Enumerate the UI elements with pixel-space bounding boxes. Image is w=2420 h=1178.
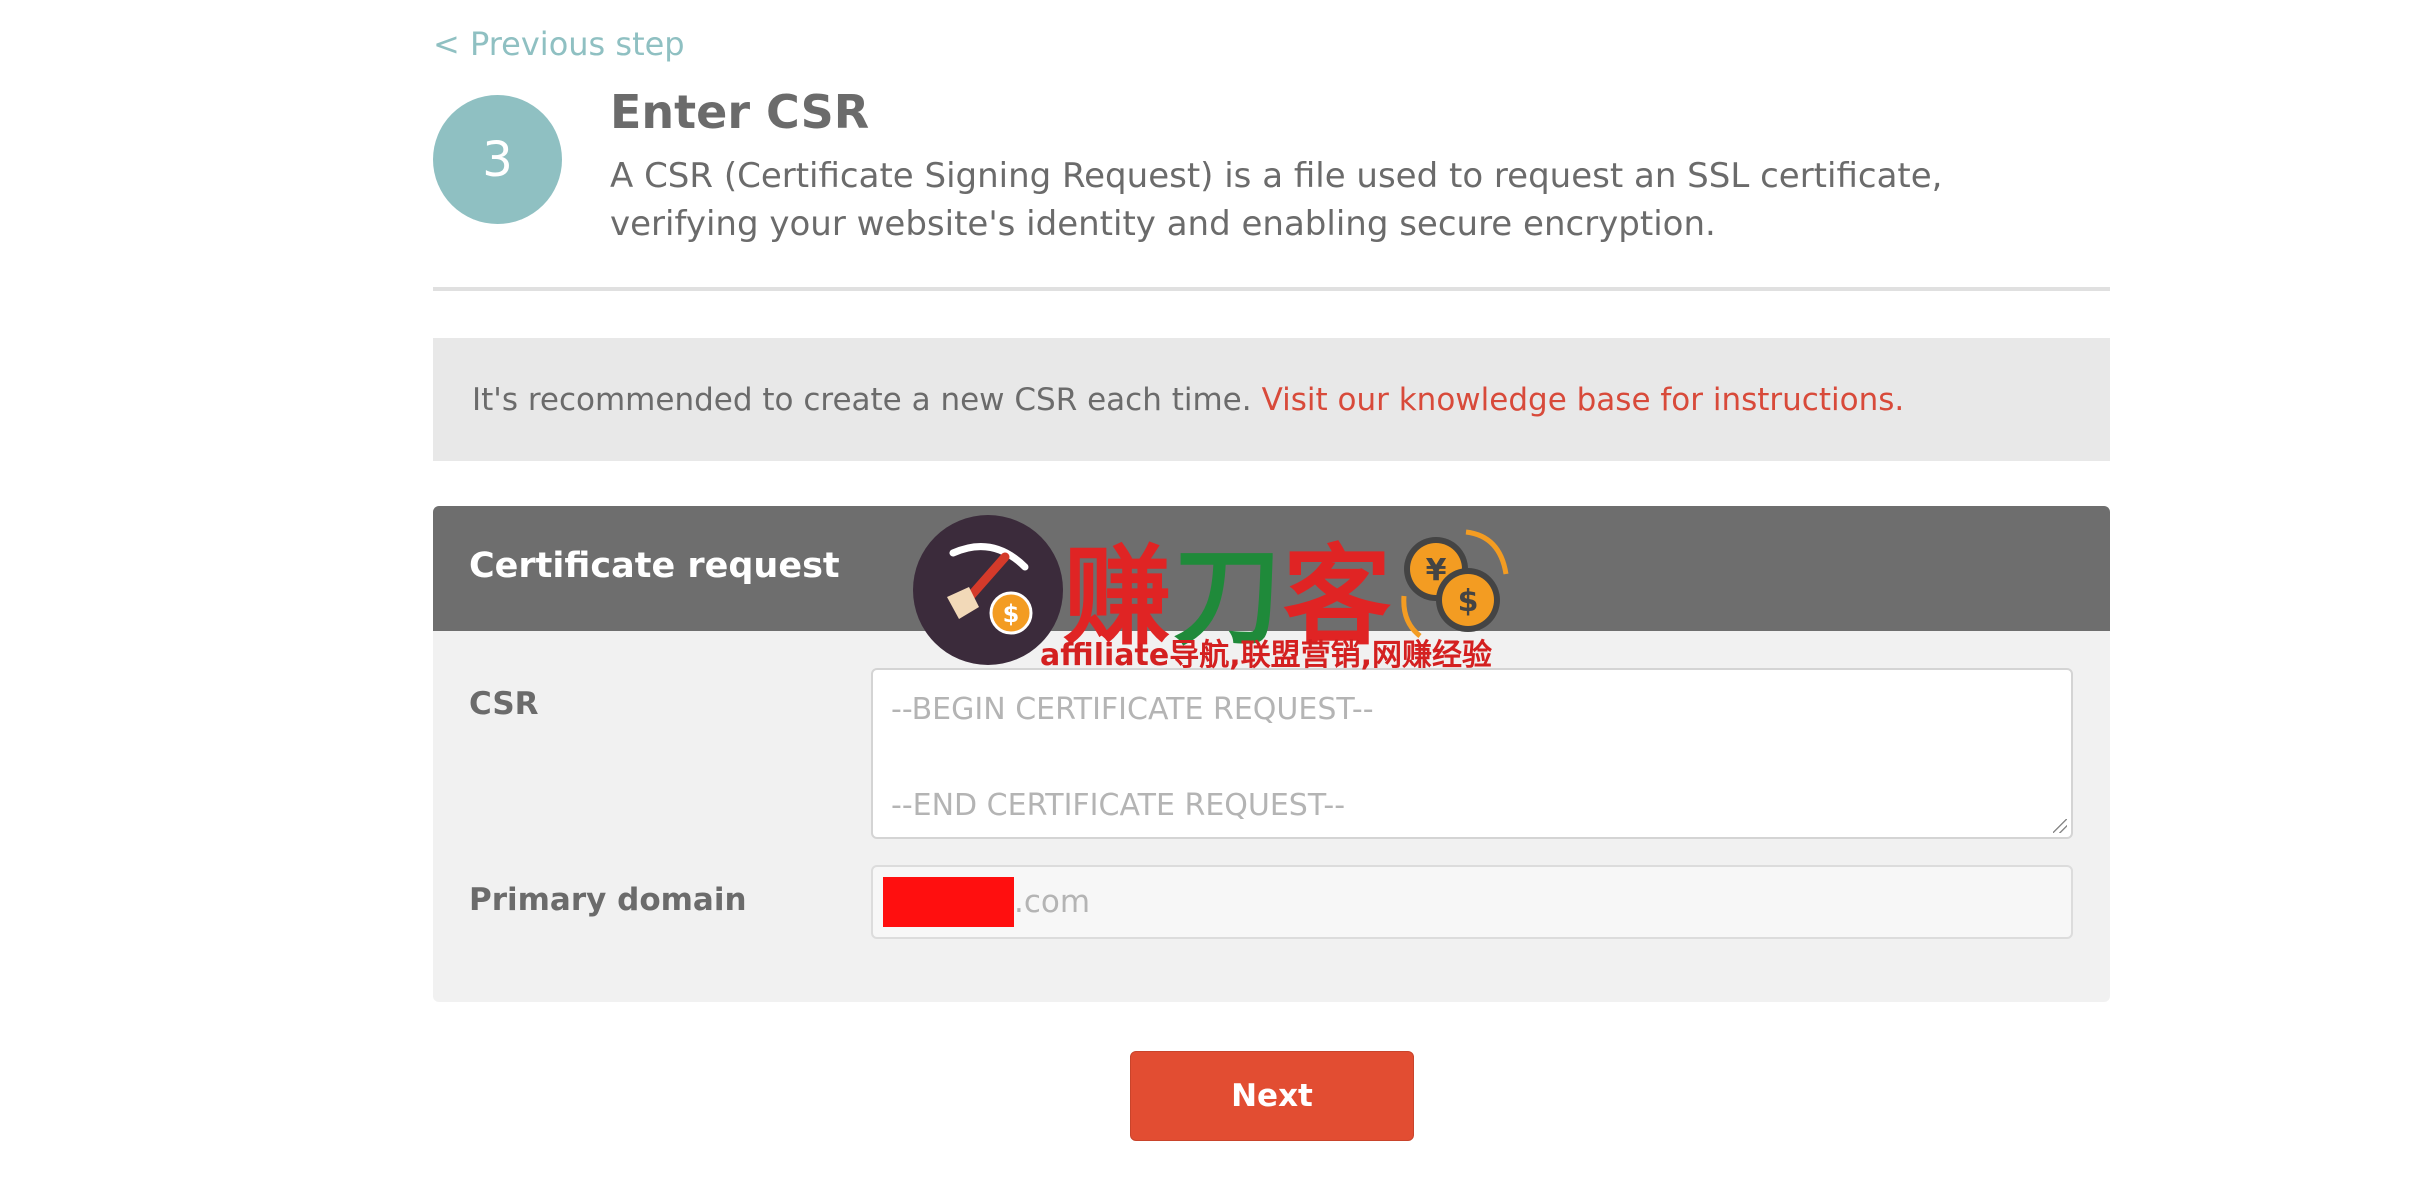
svg-text:$: $	[1458, 584, 1479, 619]
notice-text: It's recommended to create a new CSR eac…	[472, 381, 1252, 418]
step-number-badge: 3	[433, 95, 562, 224]
csr-label: CSR	[469, 686, 539, 722]
svg-text:$: $	[1003, 600, 1020, 628]
recommendation-notice: It's recommended to create a new CSR eac…	[433, 338, 2110, 461]
page: < Previous step 3 Enter CSR A CSR (Certi…	[0, 0, 2420, 1178]
resize-handle-icon[interactable]	[2053, 819, 2067, 833]
csr-placeholder-begin: --BEGIN CERTIFICATE REQUEST--	[891, 692, 1374, 727]
step-description: A CSR (Certificate Signing Request) is a…	[610, 156, 1943, 244]
next-button[interactable]: Next	[1130, 1051, 1414, 1141]
csr-placeholder-end: --END CERTIFICATE REQUEST--	[891, 788, 1346, 823]
primary-domain-field: .com	[871, 865, 2073, 939]
page-title: Enter CSR	[610, 85, 870, 139]
redacted-block	[883, 877, 1014, 927]
csr-textarea[interactable]: --BEGIN CERTIFICATE REQUEST-- --END CERT…	[871, 668, 2073, 839]
knowledge-base-link[interactable]: Visit our knowledge base for instruction…	[1262, 382, 1905, 418]
coins-icon: ¥ $	[1396, 524, 1516, 644]
watermark-subtitle: affiliate导航,联盟营销,网赚经验	[1040, 638, 1492, 673]
watermark-logo: $ 赚刀客 ¥ $ affiliate导航,联盟营销,网赚经验	[913, 512, 1516, 673]
domain-suffix: .com	[1014, 884, 1091, 920]
primary-domain-label: Primary domain	[469, 882, 747, 918]
previous-step-link[interactable]: < Previous step	[433, 25, 685, 63]
card-title: Certificate request	[469, 546, 840, 586]
divider	[433, 287, 2110, 291]
